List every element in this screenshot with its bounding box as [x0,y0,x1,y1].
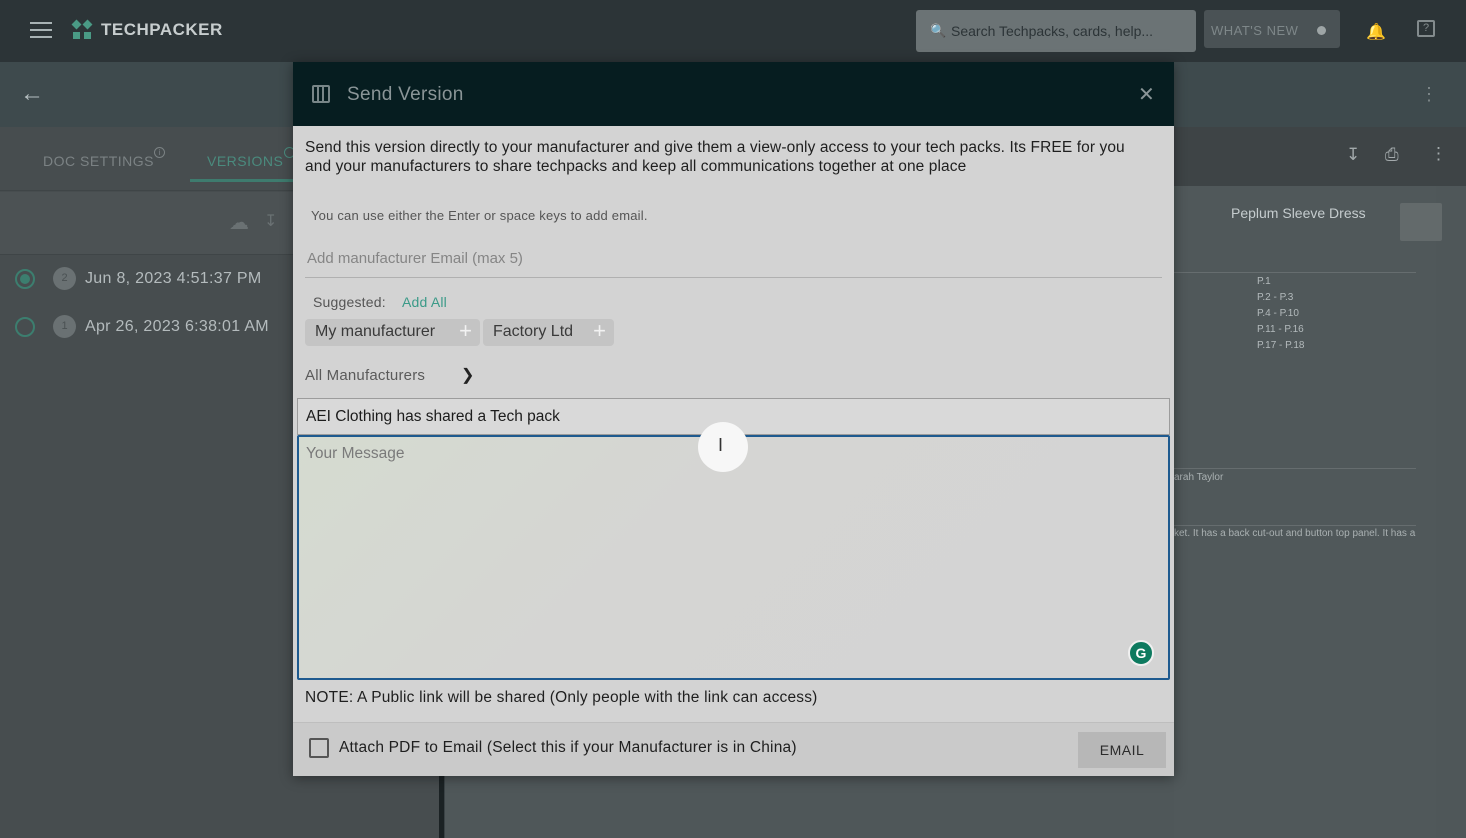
attach-pdf-checkbox[interactable] [309,738,329,758]
page-range: P.4 - P.10 [1257,308,1299,319]
version-date: Apr 26, 2023 6:38:01 AM [85,318,269,335]
columns-icon [312,85,330,103]
manufacturer-email-input[interactable] [305,240,1162,278]
dialog-header: Send Version ✕ [293,62,1174,126]
hamburger-menu-icon[interactable] [30,22,52,40]
text-cursor-icon: I [718,435,724,455]
cloud-download-icon[interactable]: ☁ [229,210,249,235]
all-manufacturers-link[interactable]: All Manufacturers [305,367,425,384]
plus-icon[interactable]: + [459,320,472,342]
add-all-link[interactable]: Add All [402,294,447,310]
divider [1174,468,1416,469]
email-button[interactable]: EMAIL [1078,732,1166,768]
close-icon[interactable]: ✕ [1138,82,1155,107]
page-range: P.17 - P.18 [1257,340,1305,351]
page-range: P.1 [1257,276,1271,287]
panel-divider[interactable] [439,776,444,838]
description-text: ket. It has a back cut-out and button to… [1174,528,1416,539]
back-arrow-icon[interactable]: ← [20,80,44,108]
search-bar[interactable]: 🔍 Search Techpacks, cards, help... [916,10,1196,52]
bell-icon[interactable]: 🔔 [1366,22,1386,42]
document-toolbar [1174,127,1466,186]
dialog-title: Send Version [347,84,464,105]
author-text: arah Taylor [1174,472,1224,483]
active-tab-indicator [190,179,295,182]
more-options-icon[interactable]: ⋮ [1430,144,1447,164]
page-range: P.2 - P.3 [1257,292,1294,303]
dress-thumbnail [1400,203,1442,241]
dialog-description: Send this version directly to your manuf… [305,139,1125,175]
app-name: TECHPACKER [101,20,223,39]
version-radio[interactable] [15,317,35,337]
search-placeholder: Search Techpacks, cards, help... [951,23,1154,39]
message-textarea[interactable] [297,435,1170,680]
suggested-label: Suggested: [313,294,386,310]
divider [1174,525,1416,526]
more-options-icon[interactable]: ⋮ [1420,84,1438,105]
version-date: Jun 8, 2023 4:51:37 PM [85,270,262,287]
version-number-badge: 1 [53,315,76,338]
download-icon[interactable]: ↧ [1346,145,1360,165]
whats-new-label: WHAT'S NEW [1211,23,1299,38]
whats-new-button[interactable]: WHAT'S NEW [1204,10,1340,48]
toggle-dot-icon [1317,26,1326,35]
page-range: P.11 - P.16 [1257,324,1304,335]
print-icon[interactable]: ⎙ [1385,145,1399,165]
version-number-badge: 2 [53,267,76,290]
tab-versions[interactable]: VERSIONS [207,153,283,169]
tab-doc-settings[interactable]: DOC SETTINGS [43,153,154,169]
send-version-dialog: Send Version ✕ Send this version directl… [293,62,1174,776]
download-icon[interactable]: ↧ [264,211,277,231]
attach-pdf-label[interactable]: Attach PDF to Email (Select this if your… [339,739,797,757]
chip-label: Factory Ltd [493,323,574,340]
plus-icon[interactable]: + [593,320,606,342]
document-page [1174,186,1436,838]
chip-label: My manufacturer [315,323,436,340]
info-icon: i [154,147,165,158]
suggested-chip[interactable]: Factory Ltd + [483,319,614,346]
version-radio[interactable] [15,269,35,289]
email-hint: You can use either the Enter or space ke… [311,208,648,223]
chevron-right-icon[interactable]: ❯ [461,365,474,385]
suggested-chip[interactable]: My manufacturer + [305,319,480,346]
grammarly-icon[interactable]: G [1128,640,1154,666]
feedback-icon[interactable]: ? [1417,20,1435,37]
techpacker-logo-icon [71,19,93,39]
document-title: Peplum Sleeve Dress [1231,205,1366,221]
search-icon: 🔍 [930,23,947,38]
divider [1174,272,1416,273]
public-link-note: NOTE: A Public link will be shared (Only… [305,689,818,706]
